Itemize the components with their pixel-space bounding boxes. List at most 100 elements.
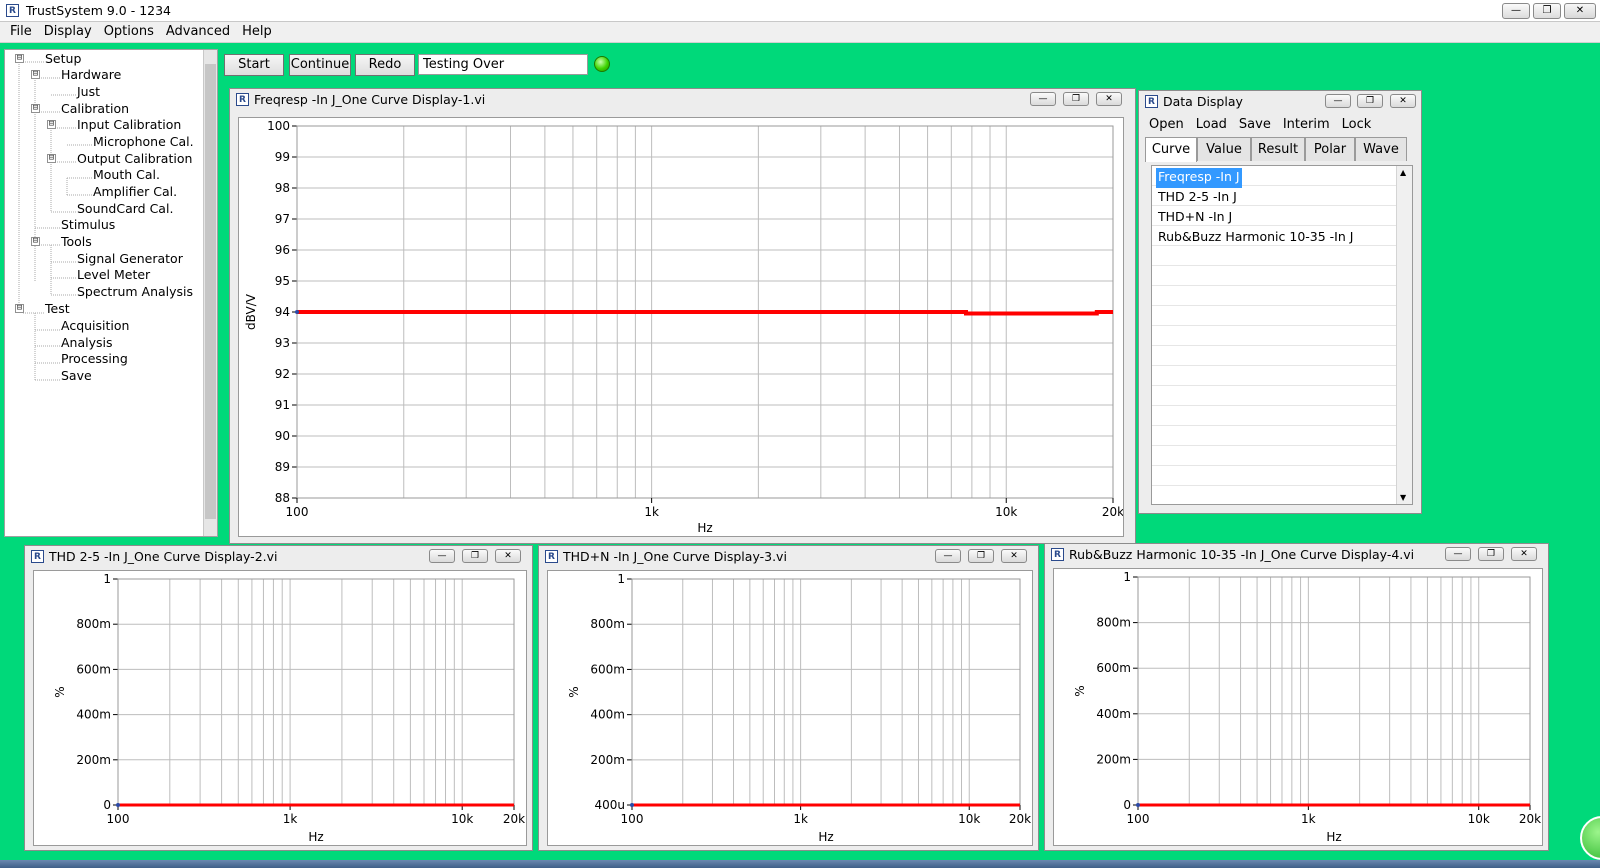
tree-item-calibration[interactable]: Calibration	[61, 102, 129, 116]
start-button[interactable]: Start	[224, 54, 284, 76]
minimize-icon[interactable]: —	[935, 549, 961, 563]
menu-interim[interactable]: Interim	[1277, 115, 1336, 135]
close-icon[interactable]: ✕	[495, 549, 521, 563]
scroll-down-icon[interactable]: ▼	[1400, 493, 1406, 502]
tree-item-processing[interactable]: Processing	[61, 352, 128, 366]
y-tick-label: 93	[275, 336, 290, 350]
close-icon[interactable]: ✕	[1564, 3, 1596, 19]
window-title-bar[interactable]: R Rub&Buzz Harmonic 10-35 -In J_One Curv…	[1045, 544, 1548, 566]
y-tick-label: 400u	[594, 798, 625, 812]
curve-list-scrollbar[interactable]: ▲ ▼	[1396, 166, 1412, 504]
restore-icon[interactable]: ❐	[1063, 92, 1089, 106]
menu-display[interactable]: Display	[38, 22, 98, 42]
window-title-bar[interactable]: R THD 2-5 -In J_One Curve Display-2.vi	[25, 546, 532, 568]
tree-item-analysis[interactable]: Analysis	[61, 336, 113, 350]
y-tick-label: 200m	[1096, 752, 1131, 766]
y-tick-label: 1	[1123, 570, 1131, 584]
tree-item-output-calibration[interactable]: Output Calibration	[77, 152, 192, 166]
y-tick-label: 95	[275, 274, 290, 288]
minimize-icon[interactable]: —	[1502, 3, 1530, 19]
tree-item-tools[interactable]: Tools	[61, 235, 92, 249]
tree-item-soundcard-cal[interactable]: SoundCard Cal.	[77, 202, 173, 216]
tree-item-microphone-cal[interactable]: Microphone Cal.	[93, 135, 194, 149]
window-title: Freqresp -In J_One Curve Display-1.vi	[254, 92, 486, 107]
tree-item-just[interactable]: Just	[77, 85, 100, 99]
x-tick-label: 10k	[451, 812, 473, 826]
list-item[interactable]: THD+N -In J	[1156, 208, 1234, 228]
menu-save[interactable]: Save	[1233, 115, 1277, 135]
x-axis-label: Hz	[697, 521, 712, 535]
list-item[interactable]: THD 2-5 -In J	[1156, 188, 1239, 208]
x-tick-label: 20k	[1009, 812, 1031, 826]
tree-item-spectrum-analysis[interactable]: Spectrum Analysis	[77, 285, 193, 299]
taskbar	[0, 860, 1600, 868]
list-item[interactable]: Freqresp -In J	[1156, 168, 1242, 188]
window-title-bar[interactable]: R Freqresp -In J_One Curve Display-1.vi	[230, 89, 1135, 111]
list-item-label: Freqresp -In J	[1158, 169, 1240, 184]
redo-button[interactable]: Redo	[355, 54, 415, 76]
tree-scrollbar[interactable]	[203, 50, 217, 536]
curve-display-window-4: R Rub&Buzz Harmonic 10-35 -In J_One Curv…	[1044, 543, 1549, 851]
notification-badge[interactable]	[1580, 816, 1600, 860]
menu-help[interactable]: Help	[236, 22, 278, 42]
tree-scroll-thumb[interactable]	[205, 64, 216, 519]
status-field: Testing Over	[418, 54, 588, 75]
x-tick-label: 1k	[283, 812, 298, 826]
restore-icon[interactable]: ❐	[1478, 547, 1504, 561]
collapse-icon[interactable]: ⊟	[31, 104, 40, 113]
menu-advanced[interactable]: Advanced	[160, 22, 236, 42]
y-tick-label: 96	[275, 243, 290, 257]
collapse-icon[interactable]: ⊟	[15, 54, 24, 63]
tree-item-test[interactable]: Test	[45, 302, 70, 316]
continue-button[interactable]: Continue	[289, 54, 351, 76]
plot-area: 0 200m 400m 600m 800m 1 100 1k 10k 20k Hz%	[1053, 568, 1543, 846]
minimize-icon[interactable]: —	[429, 549, 455, 563]
tree-item-setup[interactable]: Setup	[45, 52, 81, 66]
data-display-window: R Data Display — ❐ ✕ Open Load Save Interim…	[1138, 90, 1422, 514]
restore-icon[interactable]: ❐	[1533, 3, 1561, 19]
tree-item-level-meter[interactable]: Level Meter	[77, 268, 150, 282]
restore-icon[interactable]: ❐	[968, 549, 994, 563]
close-icon[interactable]: ✕	[1001, 549, 1027, 563]
window-title-bar[interactable]: R THD+N -In J_One Curve Display-3.vi	[539, 546, 1038, 568]
tab-curve[interactable]: Curve	[1145, 137, 1197, 162]
tab-polar[interactable]: Polar	[1305, 137, 1355, 161]
plot-area: 0 200m 400m 600m 800m 1 100 1k 10k 20k Hz%	[33, 570, 527, 846]
minimize-icon[interactable]: —	[1030, 92, 1056, 106]
menu-lock[interactable]: Lock	[1336, 115, 1378, 135]
tab-value[interactable]: Value	[1197, 137, 1251, 161]
tab-wave[interactable]: Wave	[1355, 137, 1407, 161]
menu-open[interactable]: Open	[1143, 115, 1190, 135]
window-title: Rub&Buzz Harmonic 10-35 -In J_One Curve …	[1069, 547, 1415, 562]
tree-item-mouth-cal[interactable]: Mouth Cal.	[93, 168, 160, 182]
app-icon: R	[236, 93, 249, 106]
tab-result[interactable]: Result	[1251, 137, 1305, 161]
menu-file[interactable]: File	[4, 22, 38, 42]
minimize-icon[interactable]: —	[1325, 94, 1351, 108]
navigation-tree: ⊟ Setup ⊟ Hardware Just ⊟ Calibration ⊟ …	[4, 49, 218, 537]
tree-item-save[interactable]: Save	[61, 369, 92, 383]
collapse-icon[interactable]: ⊟	[47, 154, 56, 163]
tree-item-signal-generator[interactable]: Signal Generator	[77, 252, 183, 266]
menu-load[interactable]: Load	[1190, 115, 1233, 135]
collapse-icon[interactable]: ⊟	[31, 70, 40, 79]
scroll-up-icon[interactable]: ▲	[1400, 168, 1406, 177]
tree-item-stimulus[interactable]: Stimulus	[61, 218, 115, 232]
close-icon[interactable]: ✕	[1096, 92, 1122, 106]
y-tick-label: 92	[275, 367, 290, 381]
tree-item-acquisition[interactable]: Acquisition	[61, 319, 129, 333]
collapse-icon[interactable]: ⊟	[15, 304, 24, 313]
minimize-icon[interactable]: —	[1445, 547, 1471, 561]
y-tick-label: 0	[1123, 798, 1131, 812]
list-item[interactable]: Rub&Buzz Harmonic 10-35 -In J	[1156, 228, 1355, 248]
tree-item-hardware[interactable]: Hardware	[61, 68, 121, 82]
restore-icon[interactable]: ❐	[1357, 94, 1383, 108]
tree-item-input-calibration[interactable]: Input Calibration	[77, 118, 181, 132]
collapse-icon[interactable]: ⊟	[47, 120, 56, 129]
close-icon[interactable]: ✕	[1390, 94, 1416, 108]
menu-options[interactable]: Options	[98, 22, 160, 42]
close-icon[interactable]: ✕	[1511, 547, 1537, 561]
tree-item-amplifier-cal[interactable]: Amplifier Cal.	[93, 185, 177, 199]
collapse-icon[interactable]: ⊟	[31, 237, 40, 246]
restore-icon[interactable]: ❐	[462, 549, 488, 563]
